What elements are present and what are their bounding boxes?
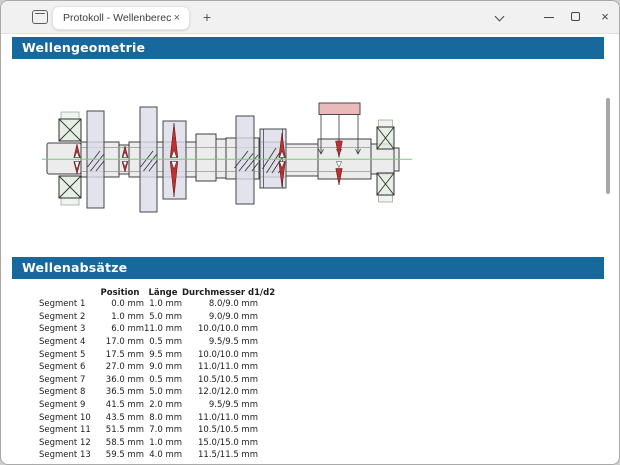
cell-name: Segment 9 [36,400,96,410]
cell-len: 1.0 mm [144,438,182,448]
cell-pos: 17.0 mm [96,337,144,347]
cell-len: 8.0 mm [144,413,182,423]
table-row: Segment 21.0 mm5.0 mm9.0/9.0 mm [36,311,258,324]
cell-name: Segment 5 [36,350,96,360]
cell-name: Segment 6 [36,362,96,372]
close-button[interactable]: × [590,1,620,33]
tab-title: Protokoll - Wellenberechnung [63,12,172,24]
table-row: Segment 941.5 mm2.0 mm9.5/9.5 mm [36,399,258,412]
cell-pos: 36.5 mm [96,387,144,397]
cell-dia: 8.0/9.0 mm [182,299,258,309]
cell-len: 4.0 mm [144,450,182,460]
cell-pos: 1.0 mm [96,312,144,322]
maximize-button[interactable] [561,1,591,33]
cell-len: 7.0 mm [144,425,182,435]
cell-pos: 17.5 mm [96,350,144,360]
cell-name: Segment 12 [36,438,96,448]
app-window: Protokoll - Wellenberechnung × + × Welle… [0,0,620,465]
browser-tab[interactable]: Protokoll - Wellenberechnung × [52,6,190,30]
cell-dia: 15.0/15.0 mm [182,438,258,448]
table-row: Segment 517.5 mm9.5 mm10.0/10.0 mm [36,348,258,361]
table-row: Segment 627.0 mm9.0 mm11.0/11.0 mm [36,361,258,374]
scrollbar-thumb[interactable] [606,98,610,194]
table-row: Segment 10.0 mm1.0 mm8.0/9.0 mm [36,298,258,311]
cell-dia: 9.0/9.0 mm [182,312,258,322]
cell-len: 9.0 mm [144,362,182,372]
cell-name: Segment 3 [36,324,96,334]
cell-name: Segment 8 [36,387,96,397]
cell-pos: 41.5 mm [96,400,144,410]
section-header-segments: Wellenabsätze [12,257,604,279]
section-header-geometry: Wellengeometrie [12,37,604,59]
cell-name: Segment 7 [36,375,96,385]
cell-len: 1.0 mm [144,299,182,309]
cell-name: Segment 10 [36,413,96,423]
cell-dia: 9.5/9.5 mm [182,337,258,347]
table-row: Segment 417.0 mm0.5 mm9.5/9.5 mm [36,336,258,349]
new-tab-button[interactable]: + [198,9,216,27]
cell-pos: 0.0 mm [96,299,144,309]
cell-name: Segment 11 [36,425,96,435]
cell-pos: 59.5 mm [96,450,144,460]
cell-dia: 10.5/10.5 mm [182,375,258,385]
shaft-diagram [1,89,620,243]
cell-dia: 11.0/11.0 mm [182,413,258,423]
cell-dia: 9.5/9.5 mm [182,400,258,410]
tab-overview-icon[interactable] [32,10,48,24]
cell-pos: 36.0 mm [96,375,144,385]
cell-dia: 10.5/10.5 mm [182,425,258,435]
chevron-down-icon[interactable] [485,1,515,33]
tab-close-icon[interactable]: × [172,13,182,24]
cell-dia: 10.0/10.0 mm [182,350,258,360]
cell-len: 2.0 mm [144,400,182,410]
cell-dia: 12.0/12.0 mm [182,387,258,397]
cell-name: Segment 13 [36,450,96,460]
cell-dia: 11.0/11.0 mm [182,362,258,372]
cell-dia: 11.5/11.5 mm [182,450,258,460]
table-row: Segment 836.5 mm5.0 mm12.0/12.0 mm [36,386,258,399]
cell-len: 11.0 mm [144,324,182,334]
cell-len: 5.0 mm [144,312,182,322]
cell-pos: 6.0 mm [96,324,144,334]
cell-len: 5.0 mm [144,387,182,397]
table-row: Segment 736.0 mm0.5 mm10.5/10.5 mm [36,374,258,387]
cell-len: 0.5 mm [144,337,182,347]
cell-pos: 27.0 mm [96,362,144,372]
minimize-button[interactable] [534,1,564,33]
cell-name: Segment 1 [36,299,96,309]
cell-pos: 51.5 mm [96,425,144,435]
title-bar: Protokoll - Wellenberechnung × + × [1,1,619,34]
cell-dia: 10.0/10.0 mm [182,324,258,334]
table-row: Segment 1151.5 mm7.0 mm10.5/10.5 mm [36,424,258,437]
cell-pos: 43.5 mm [96,413,144,423]
table-row: Segment 1359.5 mm4.0 mm11.5/11.5 mm [36,449,258,462]
table-row: Segment 36.0 mm11.0 mm10.0/10.0 mm [36,323,258,336]
table-row: Segment 1258.5 mm1.0 mm15.0/15.0 mm [36,437,258,450]
cell-name: Segment 2 [36,312,96,322]
table-row: Segment 1043.5 mm8.0 mm11.0/11.0 mm [36,411,258,424]
cell-pos: 58.5 mm [96,438,144,448]
cell-len: 0.5 mm [144,375,182,385]
cell-len: 9.5 mm [144,350,182,360]
cell-name: Segment 4 [36,337,96,347]
table-body: Segment 10.0 mm1.0 mm8.0/9.0 mmSegment 2… [36,298,258,462]
